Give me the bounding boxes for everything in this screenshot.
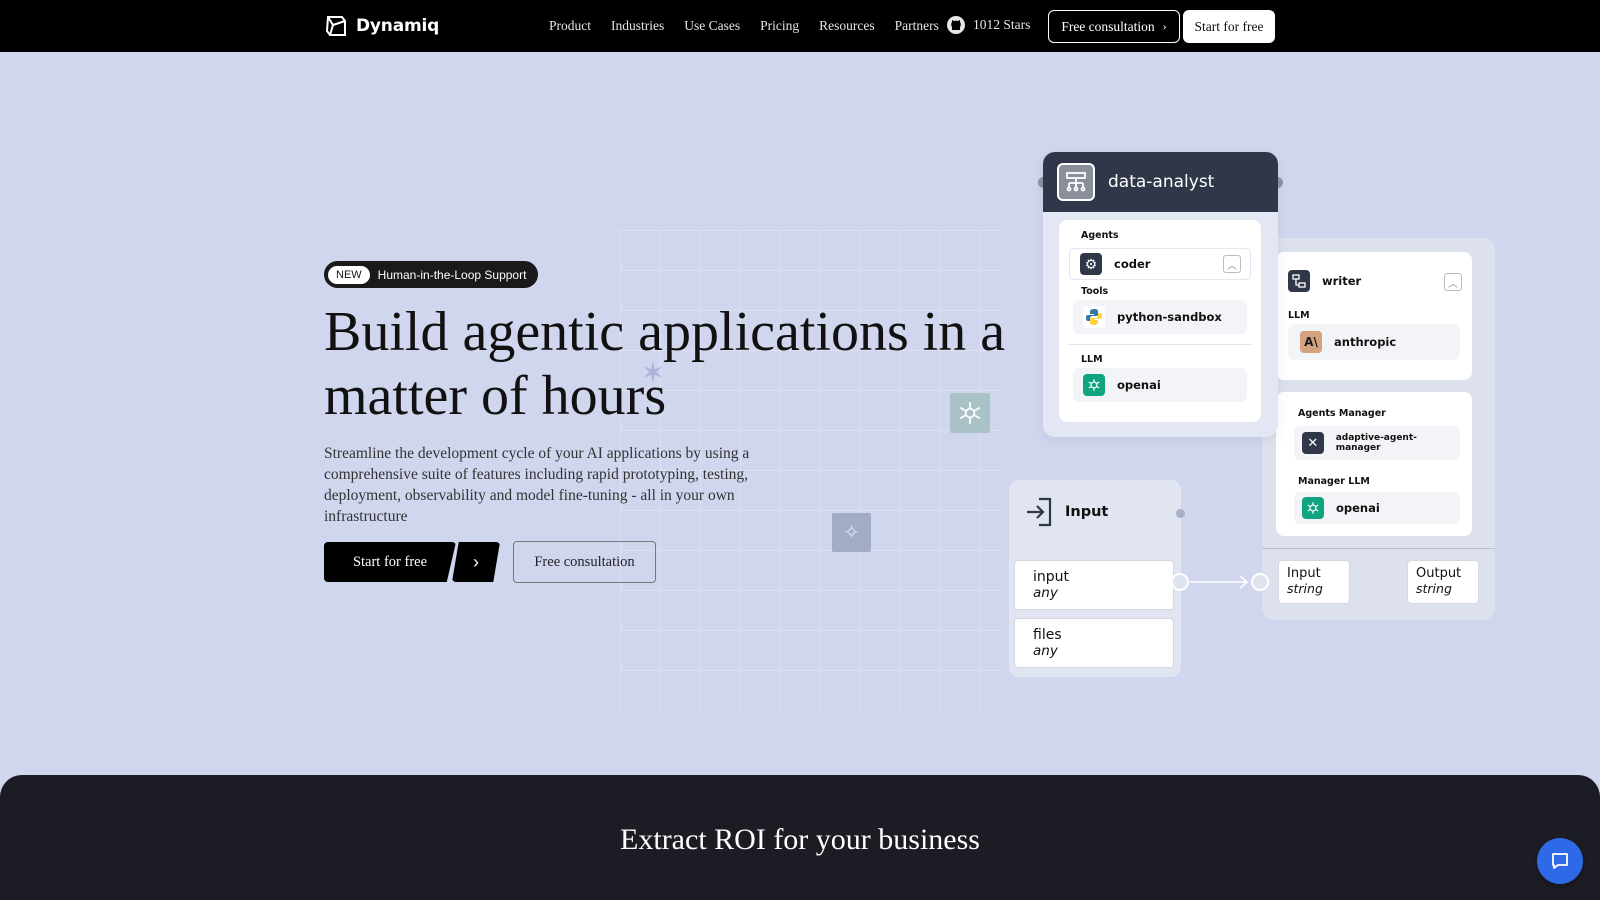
writer-input-type: string (1287, 581, 1323, 596)
roi-section-title: Extract ROI for your business (620, 823, 980, 856)
manager-llm-value: openai (1336, 501, 1380, 515)
nav-link-use-cases[interactable]: Use Cases (684, 18, 740, 34)
nav-link-resources[interactable]: Resources (819, 18, 874, 34)
llm-label: LLM (1081, 354, 1103, 365)
input-field-name: input (1033, 569, 1070, 585)
writer-output-port[interactable]: Output string (1407, 560, 1479, 604)
writer-node-icon (1288, 270, 1310, 292)
input-node-card[interactable]: Input input any files any (1009, 480, 1181, 677)
chevron-up-icon: ︿ (1448, 278, 1458, 290)
writer-title: writer (1322, 274, 1362, 288)
openai-icon (1083, 374, 1105, 396)
chat-bubble-icon (1552, 853, 1568, 869)
chat-widget-button[interactable] (1537, 838, 1583, 884)
hero-title: Build agentic applications in a matter o… (324, 301, 1006, 427)
tools-label: Tools (1081, 286, 1109, 297)
hero-start-button[interactable]: Start for free (324, 542, 456, 582)
hero-arrow-button[interactable]: › (452, 542, 500, 582)
hero-start-label: Start for free (352, 553, 428, 570)
agents-manager-value: adaptive-agent-manager (1335, 433, 1417, 453)
hero-consultation-label: Free consultation (534, 553, 635, 570)
llm-row-openai[interactable]: openai (1073, 368, 1247, 402)
chevron-up-icon: ︿ (1227, 260, 1237, 272)
openai-icon (1302, 497, 1324, 519)
dynamiq-logo-icon (325, 16, 346, 36)
hero-subtitle: Streamline the development cycle of your… (324, 445, 750, 525)
chevron-right-icon: › (1162, 19, 1167, 33)
data-analyst-title: data-analyst (1108, 172, 1215, 192)
chevron-right-icon: › (473, 551, 479, 572)
data-analyst-divider (1069, 344, 1251, 345)
writer-header-row: writer (1288, 270, 1361, 292)
input-node-header: Input (1025, 496, 1108, 528)
agents-manager-row[interactable]: ✕ adaptive-agent-manager (1294, 426, 1460, 460)
nav-link-partners[interactable]: Partners (895, 18, 939, 34)
agents-manager-label: Agents Manager (1298, 408, 1386, 419)
agents-label: Agents (1081, 230, 1119, 241)
files-field-name: files (1033, 627, 1062, 643)
writer-input-name: Input (1287, 566, 1321, 581)
hero-consultation-button[interactable]: Free consultation (513, 541, 656, 583)
writer-input-port[interactable]: Input string (1278, 560, 1350, 604)
node-connection-arrow (1171, 573, 1269, 591)
writer-collapse-toggle[interactable]: ︿ (1444, 273, 1462, 291)
gear-icon: ⚙ (1080, 253, 1102, 275)
nav-links: Product Industries Use Cases Pricing Res… (549, 18, 939, 34)
manager-llm-row[interactable]: openai (1294, 492, 1460, 524)
files-field-type: any (1033, 643, 1058, 659)
input-field-input[interactable]: input any (1014, 560, 1174, 610)
data-analyst-panel: Agents ⚙ coder ︿ Tools python-sandbox LL… (1059, 220, 1261, 422)
input-field-files[interactable]: files any (1014, 618, 1174, 668)
tool-python-sandbox-label: python-sandbox (1117, 310, 1222, 324)
data-analyst-node-card[interactable]: data-analyst Agents ⚙ coder ︿ Tools pyth… (1043, 152, 1278, 437)
workflow-icon (1057, 163, 1095, 201)
writer-panel: writer ︿ LLM A\ anthropic (1276, 252, 1472, 380)
announcement-badge[interactable]: NEW Human-in-the-Loop Support (324, 261, 539, 288)
writer-node-card[interactable]: writer ︿ LLM A\ anthropic Agents Manager… (1262, 238, 1495, 620)
data-analyst-header: data-analyst (1043, 152, 1278, 212)
input-node-title: Input (1065, 504, 1109, 520)
sparkle-floating-icon: ✧ (832, 513, 871, 552)
agent-coder-label: coder (1114, 257, 1151, 271)
nav-link-product[interactable]: Product (549, 18, 591, 34)
nav-link-industries[interactable]: Industries (611, 18, 664, 34)
writer-output-name: Output (1416, 566, 1462, 581)
nav-start-label: Start for free (1194, 18, 1264, 34)
badge-new-label: NEW (328, 265, 370, 284)
manager-llm-label: Manager LLM (1298, 476, 1370, 487)
writer-llm-row[interactable]: A\ anthropic (1288, 324, 1460, 360)
github-stars-link[interactable]: 1012 Stars (946, 15, 1030, 35)
agent-manager-icon: ✕ (1302, 432, 1324, 454)
input-node-top-connector[interactable] (1176, 509, 1185, 518)
top-nav: Dynamiq Product Industries Use Cases Pri… (0, 0, 1600, 52)
tool-row-python-sandbox[interactable]: python-sandbox (1073, 300, 1247, 334)
input-field-type: any (1033, 585, 1058, 601)
anthropic-icon: A\ (1300, 331, 1322, 353)
sign-in-icon (1027, 497, 1052, 527)
writer-divider (1262, 548, 1495, 549)
coder-collapse-toggle[interactable]: ︿ (1223, 255, 1241, 273)
writer-llm-value: anthropic (1334, 335, 1397, 349)
logo-text: Dynamiq (356, 16, 440, 36)
nav-start-button[interactable]: Start for free (1183, 10, 1275, 43)
logo[interactable]: Dynamiq (324, 14, 439, 38)
roi-section: Extract ROI for your business (0, 775, 1600, 900)
nav-consultation-label: Free consultation (1061, 18, 1155, 34)
nav-consultation-button[interactable]: Free consultation › (1048, 10, 1180, 43)
llm-openai-label: openai (1117, 378, 1161, 392)
agents-manager-panel: Agents Manager ✕ adaptive-agent-manager … (1276, 392, 1472, 536)
python-icon (1083, 306, 1105, 328)
badge-text: Human-in-the-Loop Support (377, 267, 527, 282)
writer-llm-label: LLM (1288, 310, 1310, 321)
writer-output-type: string (1416, 581, 1452, 596)
stars-count: 1012 Stars (973, 17, 1031, 32)
github-icon (947, 16, 965, 34)
nav-link-pricing[interactable]: Pricing (760, 18, 799, 34)
